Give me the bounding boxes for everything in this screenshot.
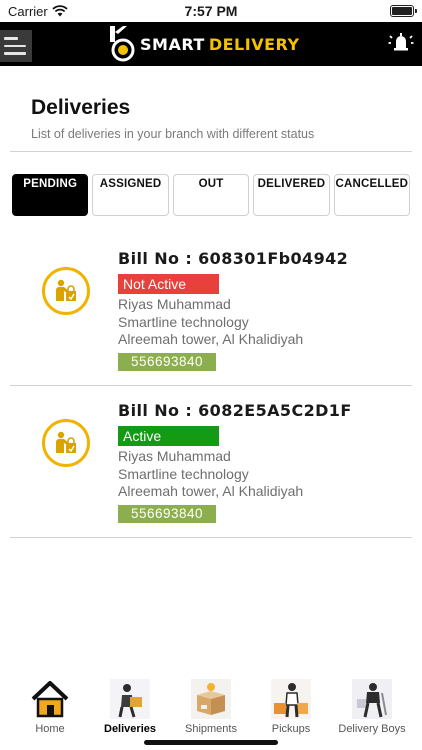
status-badge: Active [118,426,219,446]
status-tabs: PENDING ASSIGNED OUT DELIVERED CANCELLED [12,174,411,216]
tab-label: Delivery Boys [338,723,406,735]
tab-cancelled[interactable]: CANCELLED [333,174,411,216]
delivery-card[interactable]: Bill No : 6082E5A5C2D1F Active Riyas Muh… [10,387,412,537]
shipment-box-icon [191,679,231,719]
phone-number[interactable]: 556693840 [118,353,216,371]
home-icon [31,681,69,718]
phone-number[interactable]: 556693840 [118,505,216,523]
customer-name: Riyas Muhammad [118,296,231,312]
divider [10,537,412,538]
brand-mark-icon [110,26,135,62]
tab-assigned[interactable]: ASSIGNED [92,174,169,216]
customer-name: Riyas Muhammad [118,448,231,464]
home-indicator [144,740,278,745]
page-subtitle: List of deliveries in your branch with d… [31,127,315,141]
status-bar: Carrier 7:57 PM [0,0,422,22]
company-name: Smartline technology [118,466,249,482]
wifi-icon [52,5,68,17]
menu-button[interactable] [0,30,32,62]
bottom-tab-bar: Home Deliveries Shipments Pickups Delive… [0,676,422,750]
page-title: Deliveries [31,96,131,119]
tab-pending[interactable]: PENDING [12,174,89,216]
brand-delivery-text: DELIVERY [208,34,300,54]
address: Alreemah tower, Al Khalidiyah [118,331,304,347]
tab-label: Deliveries [104,723,156,735]
status-badge: Not Active [118,274,219,294]
brand-smart-text: SMART [140,34,205,54]
alarm-bell-icon[interactable] [388,30,414,56]
delivery-boy-icon [352,679,392,719]
divider [10,151,412,152]
pickup-icon [271,679,311,719]
carrier-label: Carrier [8,3,48,19]
address: Alreemah tower, Al Khalidiyah [118,483,304,499]
tab-delivered[interactable]: DELIVERED [253,174,330,216]
delivery-man-icon [110,679,150,719]
battery-icon [390,5,417,17]
hamburger-icon [4,37,18,40]
app-header: SMART DELIVERY [0,22,422,66]
bill-number: Bill No : 608301Fb04942 [118,249,349,268]
divider [10,385,412,386]
tab-out[interactable]: OUT [172,174,250,216]
delivery-card[interactable]: Bill No : 608301Fb04942 Not Active Riyas… [10,235,412,385]
status-left: Carrier [8,4,68,19]
tab-label: Home [35,723,65,735]
tab-label: Pickups [271,723,311,735]
company-name: Smartline technology [118,314,249,330]
delivery-package-icon [42,419,90,467]
tab-label: Shipments [185,723,237,735]
delivery-package-icon [42,267,90,315]
bill-number: Bill No : 6082E5A5C2D1F [118,401,352,420]
brand-logo: SMART DELIVERY [108,26,300,62]
